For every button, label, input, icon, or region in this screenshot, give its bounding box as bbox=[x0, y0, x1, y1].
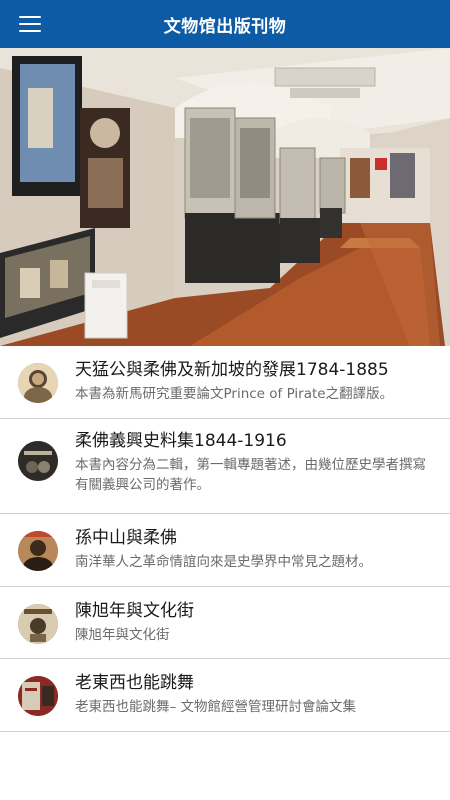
publication-description: 本書內容分為二輯，第一輯專題著述，由幾位歷史學者撰寫有關義興公司的著作。 bbox=[75, 457, 426, 493]
publication-description: 南洋華人之革命情誼向來是史學界中常見之題材。 bbox=[75, 554, 372, 570]
publication-list: 天猛公與柔佛及新加坡的發展1784-1885 本書為新馬研究重要論文Prince… bbox=[0, 346, 450, 732]
portrait-cover-thumbnail bbox=[18, 531, 58, 571]
dark-book-cover-thumbnail bbox=[18, 441, 58, 481]
publication-title: 老東西也能跳舞 bbox=[75, 673, 194, 693]
portrait-cover-thumbnail bbox=[18, 363, 58, 403]
publication-description: 陳旭年與文化街 bbox=[75, 627, 170, 643]
app-bar: 文物馆出版刊物 bbox=[0, 0, 450, 48]
list-item[interactable]: 老東西也能跳舞 老東西也能跳舞– 文物館經營管理研討會論文集 bbox=[0, 659, 450, 732]
publication-description: 本書為新馬研究重要論文Prince of Pirate之翻譯版。 bbox=[75, 386, 394, 402]
hero-image bbox=[0, 48, 450, 346]
book-cover-thumbnail bbox=[18, 604, 58, 644]
publication-title: 柔佛義興史料集1844-1916 bbox=[75, 431, 287, 451]
page-title: 文物馆出版刊物 bbox=[163, 16, 287, 37]
list-item[interactable]: 陳旭年與文化街 陳旭年與文化街 bbox=[0, 587, 450, 659]
publication-title: 天猛公與柔佛及新加坡的發展1784-1885 bbox=[75, 360, 389, 380]
publication-title: 孫中山與柔佛 bbox=[75, 528, 177, 548]
list-item[interactable]: 柔佛義興史料集1844-1916 本書內容分為二輯，第一輯專題著述，由幾位歷史學… bbox=[0, 419, 450, 514]
list-item[interactable]: 孫中山與柔佛 南洋華人之革命情誼向來是史學界中常見之題材。 bbox=[0, 514, 450, 587]
list-item[interactable]: 天猛公與柔佛及新加坡的發展1784-1885 本書為新馬研究重要論文Prince… bbox=[0, 346, 450, 419]
hamburger-menu-icon[interactable] bbox=[10, 6, 50, 42]
publication-title: 陳旭年與文化街 bbox=[75, 601, 194, 621]
red-book-cover-thumbnail bbox=[18, 676, 58, 716]
publication-description: 老東西也能跳舞– 文物館經營管理研討會論文集 bbox=[75, 699, 357, 715]
